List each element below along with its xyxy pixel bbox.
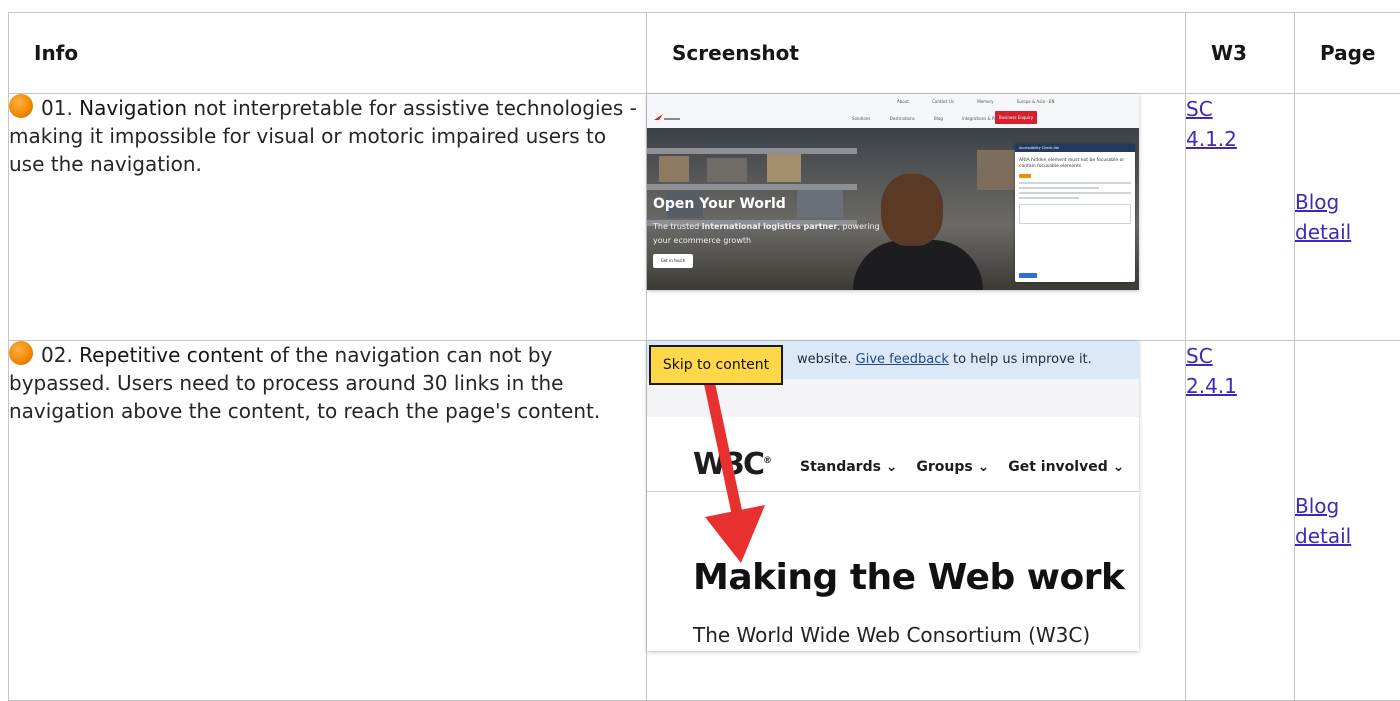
page-cell: Blogdetail [1295,341,1400,701]
screenshot-image-skip-link: website. Give feedback to help us improv… [647,341,1139,651]
issue-title: Repetitive content [79,343,263,367]
header-w3: W3 [1186,13,1295,94]
screenshot-image-navigation: About Contact Us Memory Europe & Asia - … [647,94,1139,290]
w3-sc-link[interactable]: SC4.1.2 [1186,94,1294,154]
screenshot-cell: About Contact Us Memory Europe & Asia - … [647,94,1186,341]
severity-dot-icon [9,341,33,365]
panel-text: ARIA hidden element must not be focusabl… [1015,152,1135,170]
w3-sc-link[interactable]: SC2.4.1 [1186,341,1294,401]
main-nav-item: Blog [934,116,943,121]
w3-cell: SC2.4.1 [1186,341,1295,701]
screenshot-cell: website. Give feedback to help us improv… [647,341,1186,701]
page-cell: Blogdetail [1295,94,1400,341]
panel-code-block [1019,204,1131,224]
business-enquiry-button: Business Enquiry [995,111,1037,124]
header-screenshot: Screenshot [647,13,1186,94]
top-nav-item: Contact Us [932,99,954,104]
issue-index: 02. [41,343,73,367]
hero-title: Open Your World [653,196,786,212]
blog-detail-link[interactable]: Blogdetail [1295,491,1400,551]
site-logo-icon [653,112,681,122]
top-nav-item: Memory [977,99,993,104]
w3-cell: SC4.1.2 [1186,94,1295,341]
top-nav-item: Europe & Asia - EN [1017,99,1055,104]
hero-subtitle: The trusted international logistics part… [653,220,883,248]
accessibility-checker-panel: Accessibility Check-list ARIA hidden ele… [1015,144,1135,282]
site-header: About Contact Us Memory Europe & Asia - … [647,94,1139,128]
main-nav-item: Destinations [890,116,915,121]
header-page: Page [1295,13,1400,94]
skip-to-content-link: Skip to content [649,345,783,385]
accessibility-issues-table: Info Screenshot W3 Page 01. Navigation n… [8,12,1400,701]
panel-title: Accessibility Check-list [1015,144,1135,152]
table-header-row: Info Screenshot W3 Page [9,13,1400,94]
get-in-touch-button: Get in touch [653,254,693,268]
panel-button [1019,273,1037,278]
issue-title: Navigation [79,96,187,120]
severity-dot-icon [9,94,33,118]
main-nav-item: Solutions [852,116,870,121]
person-face [881,174,943,246]
panel-badge [1019,174,1031,178]
issue-index: 01. [41,96,73,120]
table-row: 01. Navigation not interpretable for ass… [9,94,1400,341]
table-row: 02. Repetitive content of the navigation… [9,341,1400,701]
red-arrow-icon [647,341,1139,651]
blog-detail-link[interactable]: Blogdetail [1295,187,1400,247]
header-info: Info [9,13,647,94]
site-top-nav: About Contact Us Memory Europe & Asia - … [897,99,1076,104]
top-nav-item: About [897,99,909,104]
info-cell: 01. Navigation not interpretable for ass… [9,94,647,341]
info-cell: 02. Repetitive content of the navigation… [9,341,647,701]
